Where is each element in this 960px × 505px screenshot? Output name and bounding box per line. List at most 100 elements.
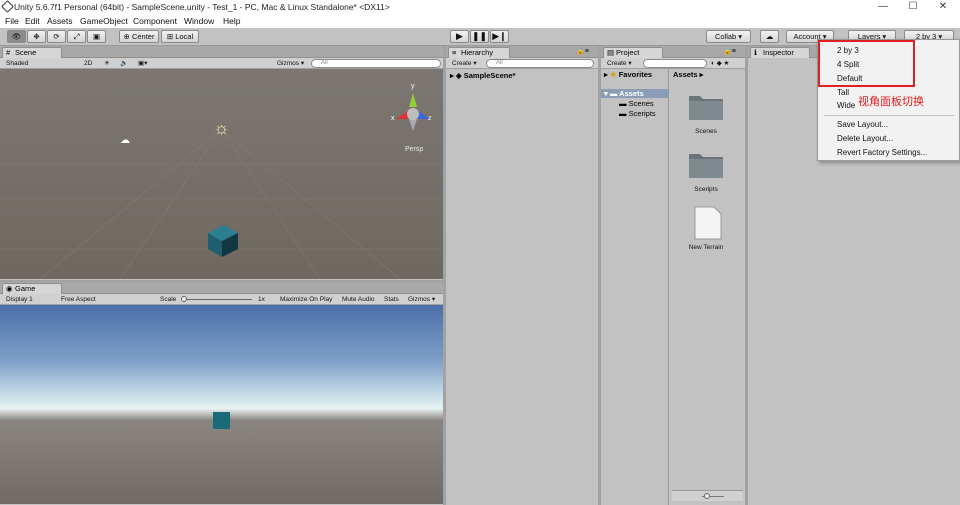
revert-factory-item[interactable]: Revert Factory Settings... xyxy=(837,148,927,157)
project-lock-icon[interactable]: 🔒≡ xyxy=(723,47,736,55)
game-viewport[interactable] xyxy=(0,305,443,504)
star-icon: ★ xyxy=(609,70,617,79)
hierarchy-search-input[interactable]: All xyxy=(486,59,594,68)
camera-icon[interactable]: ☁ xyxy=(120,135,130,146)
menu-gameobject[interactable]: GameObject xyxy=(80,16,128,26)
move-tool-button[interactable]: ✥ xyxy=(27,30,46,43)
unity-logo-icon xyxy=(1,0,14,13)
mode-2d-button[interactable]: 2D xyxy=(84,59,92,68)
directional-light-icon[interactable]: ☼ xyxy=(213,118,230,139)
effects-icon[interactable]: ▣▾ xyxy=(138,59,147,68)
scene-search-input[interactable]: All xyxy=(311,59,441,68)
scene-toolbar: Shaded 2D ☀ 🔈 ▣▾ Gizmos ▾ All xyxy=(0,58,443,69)
scene-panel: # Scene Shaded 2D ☀ 🔈 ▣▾ Gizmos ▾ All ☼ ☁ xyxy=(0,46,443,280)
layout-item-tall[interactable]: Tall xyxy=(837,88,849,97)
cloud-button[interactable]: ☁ xyxy=(760,30,779,43)
grid-item-scenes[interactable]: Scenes xyxy=(676,128,736,135)
tab-scene[interactable]: # Scene xyxy=(2,47,62,58)
icon-size-slider[interactable] xyxy=(672,490,743,501)
menu-help[interactable]: Help xyxy=(223,16,240,26)
hierarchy-create-button[interactable]: Create ▾ xyxy=(452,59,477,68)
tab-hierarchy[interactable]: ≡ Hierarchy xyxy=(448,47,510,58)
save-layout-item[interactable]: Save Layout... xyxy=(837,120,888,129)
menu-file[interactable]: File xyxy=(5,16,19,26)
hierarchy-panel: ≡ Hierarchy 🔒≡ Create ▾ All ▸ ◈ SampleSce… xyxy=(446,46,598,505)
menu-edit[interactable]: Edit xyxy=(25,16,40,26)
menu-component[interactable]: Component xyxy=(133,16,177,26)
shading-dropdown[interactable]: Shaded xyxy=(6,59,76,68)
delete-layout-item[interactable]: Delete Layout... xyxy=(837,134,893,143)
hierarchy-tab-icon: ≡ xyxy=(452,48,457,57)
folder-icon: ▬ xyxy=(619,109,627,118)
folder-scenes-icon[interactable] xyxy=(688,91,724,121)
pause-button[interactable]: ❚❚ xyxy=(470,30,489,43)
game-tab-icon: ◉ xyxy=(6,284,13,293)
project-tree: ▸ ★ Favorites ▾ ▬ Assets ▬ Scenes ▬ Scer… xyxy=(601,69,669,505)
menu-divider xyxy=(824,115,954,116)
scene-root-item[interactable]: ▸ ◈ SampleScene* xyxy=(450,71,515,80)
game-cube xyxy=(213,412,230,429)
tab-project[interactable]: ▤ Project xyxy=(603,47,663,58)
project-search-input[interactable] xyxy=(643,59,707,68)
axis-z-label: z xyxy=(428,115,432,122)
minimize-button[interactable]: — xyxy=(868,0,898,15)
stats-toggle[interactable]: Stats xyxy=(384,295,399,304)
game-gizmos-dropdown[interactable]: Gizmos ▾ xyxy=(408,295,435,304)
assets-grid: Assets ▸ Scenes Sceripts New Terrain xyxy=(670,69,745,505)
project-tab-icon: ▤ xyxy=(607,48,615,57)
center-icon: ⊕ xyxy=(123,32,130,41)
tab-game[interactable]: ◉ Game xyxy=(2,283,62,294)
project-toolbar: Create ▾ ◐ ◆ ★ xyxy=(601,58,745,69)
pivot-local-button[interactable]: ⊞ Local xyxy=(161,30,199,43)
rect-tool-button[interactable]: ▣ xyxy=(87,30,106,43)
favorites-item[interactable]: ▸ ★ Favorites xyxy=(604,70,652,79)
project-create-button[interactable]: Create ▾ xyxy=(607,59,632,68)
scene-viewport[interactable]: ☼ ☁ y x z Persp xyxy=(0,69,443,279)
assets-breadcrumb[interactable]: Assets ▸ xyxy=(673,70,703,79)
close-button[interactable]: ✕ xyxy=(928,0,958,15)
audio-icon[interactable]: 🔈 xyxy=(120,59,128,68)
cube-object[interactable] xyxy=(206,225,240,259)
menu-assets[interactable]: Assets xyxy=(47,16,73,26)
tree-item-scenes[interactable]: ▬ Scenes xyxy=(619,99,654,108)
scale-slider-thumb[interactable] xyxy=(181,296,187,302)
main-toolbar: 👁 ✥ ⟳ ⤢ ▣ ⊕ Center ⊞ Local ▶ ❚❚ ▶❙ Colla… xyxy=(0,28,960,46)
scene-tab-icon: # xyxy=(6,48,11,57)
scale-tool-button[interactable]: ⤢ xyxy=(67,30,86,43)
scene-gizmo-axes[interactable] xyxy=(388,89,438,139)
cloud-icon: ☁ xyxy=(765,32,774,41)
layout-item-wide[interactable]: Wide xyxy=(837,101,855,110)
tree-item-sceripts[interactable]: ▬ Sceripts xyxy=(619,109,656,118)
step-button[interactable]: ▶❙ xyxy=(490,30,509,43)
grid-item-sceripts[interactable]: Sceripts xyxy=(676,186,736,193)
local-icon: ⊞ xyxy=(166,32,174,41)
maximize-button[interactable]: ☐ xyxy=(898,0,928,15)
lighting-icon[interactable]: ☀ xyxy=(104,59,110,68)
folder-icon: ▬ xyxy=(619,99,627,108)
axis-x-label: x xyxy=(391,115,395,122)
folder-sceripts-icon[interactable] xyxy=(688,149,724,179)
project-panel: ▤ Project 🔒≡ Create ▾ ◐ ◆ ★ ▸ ★ Favorites… xyxy=(601,46,745,505)
maximize-on-play-toggle[interactable]: Maximize On Play xyxy=(280,295,332,304)
hierarchy-lock-icon[interactable]: 🔒≡ xyxy=(576,47,589,55)
view-tool-button[interactable]: 👁 xyxy=(7,30,26,43)
play-button[interactable]: ▶ xyxy=(450,30,469,43)
filter-icons[interactable]: ◐ ◆ ★ xyxy=(711,59,729,68)
tab-inspector[interactable]: ℹ Inspector xyxy=(750,47,810,58)
scene-gizmos-dropdown[interactable]: Gizmos ▾ xyxy=(277,59,304,68)
assets-tree-label: ▾ ▬ Assets xyxy=(604,89,644,98)
highlight-box xyxy=(818,40,915,87)
terrain-file-icon[interactable] xyxy=(694,206,722,240)
menu-window[interactable]: Window xyxy=(184,16,214,26)
rotate-tool-button[interactable]: ⟳ xyxy=(47,30,66,43)
scale-slider[interactable] xyxy=(182,299,252,300)
display-dropdown[interactable]: Display 1 xyxy=(6,295,33,304)
pivot-center-button[interactable]: ⊕ Center xyxy=(119,30,159,43)
folder-icon: ▬ xyxy=(609,89,618,98)
aspect-dropdown[interactable]: Free Aspect xyxy=(61,295,96,304)
grid-item-new-terrain[interactable]: New Terrain xyxy=(676,244,736,251)
title-bar: Unity 5.6.7f1 Personal (64bit) - SampleS… xyxy=(0,0,960,15)
persp-label[interactable]: Persp xyxy=(405,146,423,153)
mute-audio-toggle[interactable]: Mute Audio xyxy=(342,295,375,304)
collab-button[interactable]: Collab ▾ xyxy=(706,30,751,43)
